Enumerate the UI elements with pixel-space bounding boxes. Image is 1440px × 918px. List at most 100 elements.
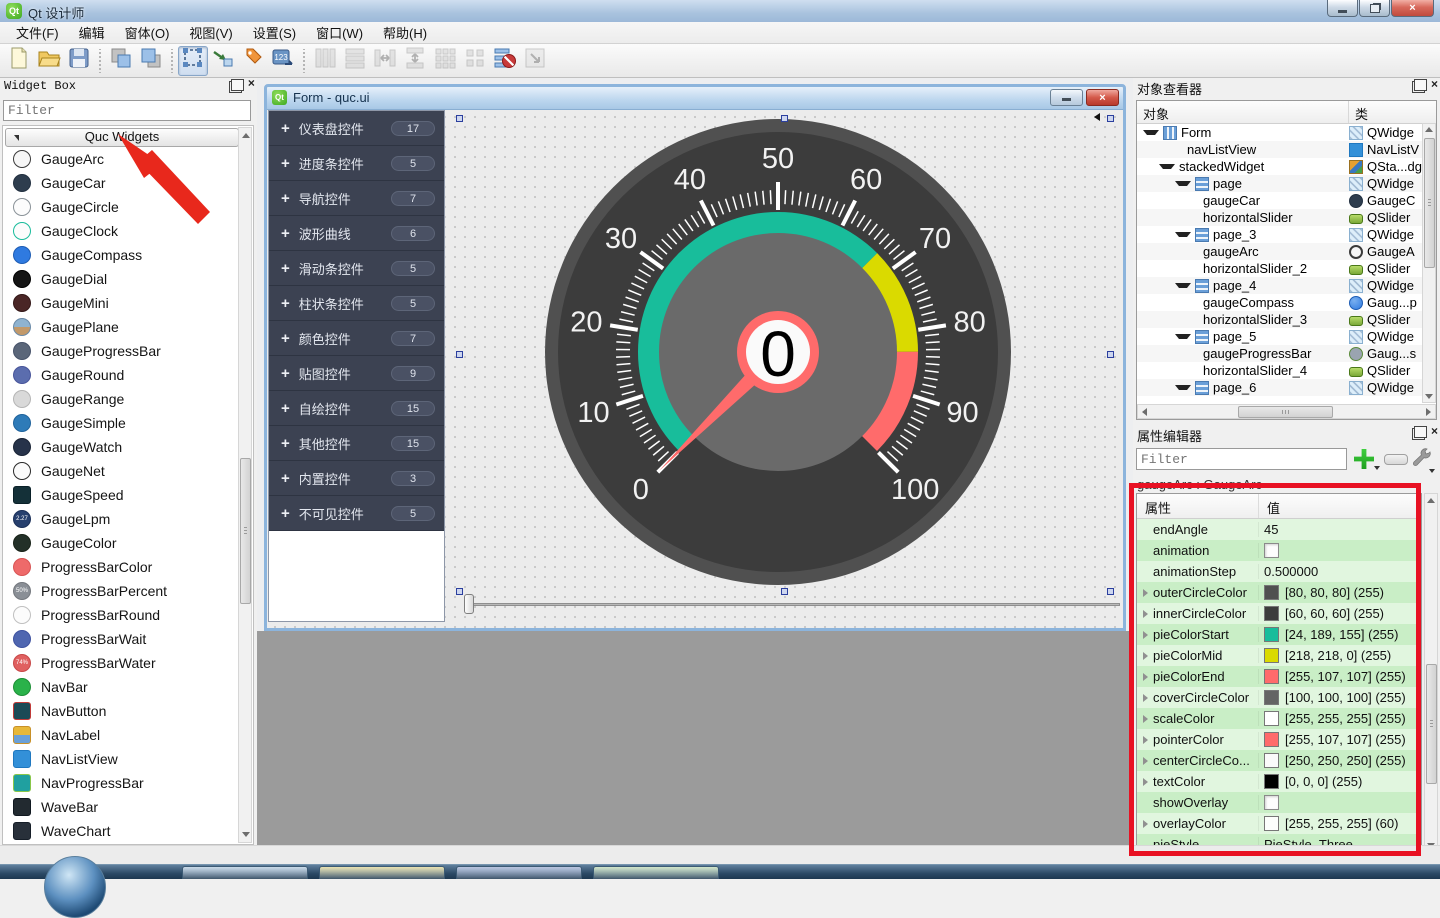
float-icon[interactable]: [1414, 79, 1427, 91]
widget-item-navlabel[interactable]: NavLabel: [5, 723, 237, 747]
column-object[interactable]: 对象: [1137, 101, 1349, 123]
widget-item-gaugewatch[interactable]: GaugeWatch: [5, 435, 237, 459]
close-icon[interactable]: ×: [248, 79, 255, 91]
tree-row-horizontalSlider_4[interactable]: horizontalSlider_4QSlider: [1137, 362, 1423, 379]
widget-item-gaugecar[interactable]: GaugeCar: [5, 171, 237, 195]
column-property[interactable]: 属性: [1137, 494, 1259, 518]
widget-item-progressbarwater[interactable]: 74%ProgressBarWater: [5, 651, 237, 675]
nav-item-5[interactable]: +滑动条控件5: [269, 251, 444, 286]
expander-icon[interactable]: [1175, 385, 1191, 390]
save-form-button[interactable]: [64, 46, 94, 76]
nav-item-9[interactable]: +自绘控件15: [269, 391, 444, 426]
menu-item-3[interactable]: 窗体(O): [115, 21, 180, 44]
tree-row-gaugeArc[interactable]: gaugeArcGaugeA: [1137, 243, 1423, 260]
expander-icon[interactable]: [1143, 130, 1159, 135]
selection-handle[interactable]: [781, 588, 788, 595]
selection-handle[interactable]: [1107, 588, 1114, 595]
buddy-editor-button[interactable]: [238, 46, 268, 76]
column-value[interactable]: 值: [1259, 494, 1421, 518]
raise-widget-button[interactable]: [106, 46, 136, 76]
task-button-4[interactable]: [593, 866, 719, 879]
nav-item-6[interactable]: +柱状条控件5: [269, 286, 444, 321]
menu-item-5[interactable]: 设置(S): [243, 21, 306, 44]
nav-listview-widget[interactable]: +仪表盘控件17+进度条控件5+导航控件7+波形曲线6+滑动条控件5+柱状条控件…: [268, 110, 445, 622]
form-close-button[interactable]: ×: [1086, 89, 1119, 106]
float-icon[interactable]: [231, 79, 244, 91]
horizontal-slider-handle[interactable]: [464, 594, 474, 614]
scrollbar-thumb[interactable]: [1238, 406, 1333, 418]
expander-icon[interactable]: [1143, 631, 1148, 639]
tree-row-page_4[interactable]: page_4QWidge: [1137, 277, 1423, 294]
expander-icon[interactable]: [1143, 673, 1148, 681]
close-icon[interactable]: ×: [1431, 79, 1438, 91]
scrollbar-thumb[interactable]: [1426, 664, 1437, 784]
widget-item-navlistview[interactable]: NavListView: [5, 747, 237, 771]
close-icon[interactable]: ×: [1431, 426, 1438, 438]
property-row-innerCircleColor[interactable]: innerCircleColor[60, 60, 60] (255): [1137, 603, 1421, 624]
restore-button[interactable]: [1359, 0, 1390, 17]
splitter-vertical-button[interactable]: [400, 46, 430, 76]
menu-item-7[interactable]: 帮助(H): [373, 21, 437, 44]
expander-icon[interactable]: [1143, 610, 1148, 618]
checkbox-unchecked[interactable]: [1264, 795, 1279, 810]
nav-item-2[interactable]: +进度条控件5: [269, 146, 444, 181]
tree-row-navListView[interactable]: navListViewNavListV: [1137, 141, 1423, 158]
expander-icon[interactable]: [1143, 757, 1148, 765]
nav-item-4[interactable]: +波形曲线6: [269, 216, 444, 251]
property-row-animationStep[interactable]: animationStep0.500000: [1137, 561, 1421, 582]
selection-handle[interactable]: [456, 115, 463, 122]
tree-row-stackedWidget[interactable]: stackedWidgetQSta...dg: [1137, 158, 1423, 175]
form-minimize-button[interactable]: [1050, 89, 1083, 106]
widget-item-wavebar[interactable]: WaveBar: [5, 795, 237, 819]
widget-item-gaugeclock[interactable]: GaugeClock: [5, 219, 237, 243]
widget-item-gaugecompass[interactable]: GaugeCompass: [5, 243, 237, 267]
property-row-scaleColor[interactable]: scaleColor[255, 255, 255] (255): [1137, 708, 1421, 729]
selection-handle[interactable]: [456, 588, 463, 595]
checkbox-unchecked[interactable]: [1264, 543, 1279, 558]
column-class[interactable]: 类: [1349, 101, 1436, 123]
expander-icon[interactable]: [1175, 283, 1191, 288]
nav-item-11[interactable]: +内置控件3: [269, 461, 444, 496]
widget-item-gaugecircle[interactable]: GaugeCircle: [5, 195, 237, 219]
expander-icon[interactable]: [1143, 820, 1148, 828]
object-tree-hscrollbar[interactable]: [1137, 404, 1436, 419]
start-button[interactable]: [44, 856, 106, 918]
property-row-coverCircleColor[interactable]: coverCircleColor[100, 100, 100] (255): [1137, 687, 1421, 708]
widget-item-progressbarpercent[interactable]: 50%ProgressBarPercent: [5, 579, 237, 603]
gauge-arc-widget[interactable]: 01020304050607080901000: [545, 119, 1011, 585]
expander-icon[interactable]: [1143, 652, 1148, 660]
widget-list-scrollbar[interactable]: [238, 127, 252, 843]
quc-widgets-header[interactable]: Quc Widgets: [5, 128, 239, 147]
lower-widget-button[interactable]: [136, 46, 166, 76]
nav-item-7[interactable]: +颜色控件7: [269, 321, 444, 356]
nav-item-8[interactable]: +贴图控件9: [269, 356, 444, 391]
expander-icon[interactable]: [1143, 694, 1148, 702]
widget-item-navprogressbar[interactable]: NavProgressBar: [5, 771, 237, 795]
expander-icon[interactable]: [1143, 715, 1148, 723]
menu-item-6[interactable]: 窗口(W): [306, 21, 373, 44]
float-icon[interactable]: [1414, 426, 1427, 438]
property-row-textColor[interactable]: textColor[0, 0, 0] (255): [1137, 771, 1421, 792]
tree-row-page_5[interactable]: page_5QWidge: [1137, 328, 1423, 345]
property-row-animation[interactable]: animation: [1137, 540, 1421, 561]
tree-row-gaugeCompass[interactable]: gaugeCompassGaug...p: [1137, 294, 1423, 311]
open-form-button[interactable]: [34, 46, 64, 76]
layout-grid-button[interactable]: [430, 46, 460, 76]
widget-item-navbutton[interactable]: NavButton: [5, 699, 237, 723]
expander-icon[interactable]: [1143, 778, 1148, 786]
minimize-button[interactable]: [1327, 0, 1358, 17]
expander-icon[interactable]: [1159, 164, 1175, 169]
expander-icon[interactable]: [1175, 232, 1191, 237]
tree-row-Form[interactable]: FormQWidge: [1137, 124, 1423, 141]
tree-row-horizontalSlider_3[interactable]: horizontalSlider_3QSlider: [1137, 311, 1423, 328]
tab-order-button[interactable]: 123: [268, 46, 298, 76]
expander-icon[interactable]: [1175, 334, 1191, 339]
property-filter-input[interactable]: [1136, 448, 1347, 470]
horizontal-slider-groove[interactable]: [467, 603, 1120, 606]
selection-handle[interactable]: [1107, 351, 1114, 358]
new-form-button[interactable]: [4, 46, 34, 76]
object-tree-vscrollbar[interactable]: [1422, 123, 1436, 403]
expander-icon[interactable]: [1143, 736, 1148, 744]
nav-item-1[interactable]: +仪表盘控件17: [269, 111, 444, 146]
menu-item-1[interactable]: 文件(F): [6, 21, 69, 44]
